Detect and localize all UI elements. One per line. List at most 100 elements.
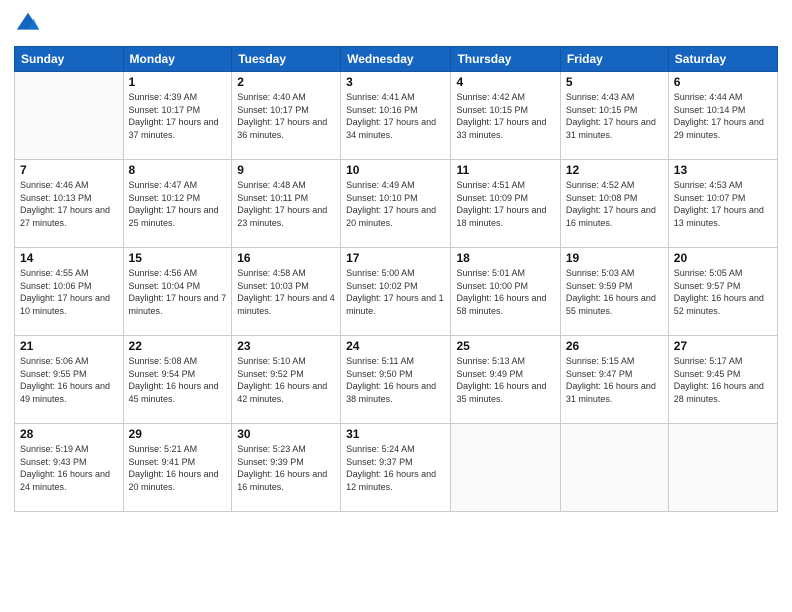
day-number: 13 [674,163,772,177]
calendar-cell: 8 Sunrise: 4:47 AM Sunset: 10:12 PM Dayli… [123,160,232,248]
calendar-header-sunday: Sunday [15,47,124,72]
day-info: Sunrise: 5:01 AM Sunset: 10:00 PM Daylig… [456,267,554,317]
calendar-cell: 2 Sunrise: 4:40 AM Sunset: 10:17 PM Dayli… [232,72,341,160]
day-info: Sunrise: 4:40 AM Sunset: 10:17 PM Daylig… [237,91,335,141]
day-info: Sunrise: 5:19 AM Sunset: 9:43 PM Dayligh… [20,443,118,493]
day-number: 2 [237,75,335,89]
day-info: Sunrise: 5:13 AM Sunset: 9:49 PM Dayligh… [456,355,554,405]
calendar-header-monday: Monday [123,47,232,72]
calendar-cell: 23Sunrise: 5:10 AM Sunset: 9:52 PM Dayli… [232,336,341,424]
calendar-cell: 18Sunrise: 5:01 AM Sunset: 10:00 PM Dayl… [451,248,560,336]
day-number: 8 [129,163,227,177]
calendar-header-thursday: Thursday [451,47,560,72]
day-info: Sunrise: 5:11 AM Sunset: 9:50 PM Dayligh… [346,355,445,405]
calendar-cell: 5Sunrise: 4:43 AM Sunset: 10:15 PM Dayli… [560,72,668,160]
day-info: Sunrise: 5:05 AM Sunset: 9:57 PM Dayligh… [674,267,772,317]
calendar-cell: 30Sunrise: 5:23 AM Sunset: 9:39 PM Dayli… [232,424,341,512]
calendar-cell [560,424,668,512]
day-info: Sunrise: 5:00 AM Sunset: 10:02 PM Daylig… [346,267,445,317]
day-number: 1 [129,75,227,89]
header [14,10,778,38]
calendar-cell: 19Sunrise: 5:03 AM Sunset: 9:59 PM Dayli… [560,248,668,336]
calendar-cell: 31 Sunrise: 5:24 AM Sunset: 9:37 PM Dayli… [341,424,451,512]
day-info: Sunrise: 4:47 AM Sunset: 10:12 PM Daylig… [129,179,227,229]
calendar-cell: 22Sunrise: 5:08 AM Sunset: 9:54 PM Dayli… [123,336,232,424]
calendar-cell: 15 Sunrise: 4:56 AM Sunset: 10:04 PM Dayl… [123,248,232,336]
day-number: 6 [674,75,772,89]
day-number: 15 [129,251,227,265]
calendar-cell [451,424,560,512]
calendar-cell: 17 Sunrise: 5:00 AM Sunset: 10:02 PM Dayl… [341,248,451,336]
calendar-cell: 26 Sunrise: 5:15 AM Sunset: 9:47 PM Dayli… [560,336,668,424]
calendar-cell: 11 Sunrise: 4:51 AM Sunset: 10:09 PM Dayl… [451,160,560,248]
day-info: Sunrise: 4:58 AM Sunset: 10:03 PM Daylig… [237,267,335,317]
calendar-cell: 20 Sunrise: 5:05 AM Sunset: 9:57 PM Dayli… [668,248,777,336]
day-number: 17 [346,251,445,265]
day-number: 29 [129,427,227,441]
calendar-cell: 28 Sunrise: 5:19 AM Sunset: 9:43 PM Dayli… [15,424,124,512]
day-info: Sunrise: 5:15 AM Sunset: 9:47 PM Dayligh… [566,355,663,405]
day-number: 26 [566,339,663,353]
day-number: 14 [20,251,118,265]
calendar-cell: 25 Sunrise: 5:13 AM Sunset: 9:49 PM Dayli… [451,336,560,424]
day-info: Sunrise: 4:48 AM Sunset: 10:11 PM Daylig… [237,179,335,229]
day-info: Sunrise: 4:52 AM Sunset: 10:08 PM Daylig… [566,179,663,229]
calendar-cell: 24 Sunrise: 5:11 AM Sunset: 9:50 PM Dayli… [341,336,451,424]
day-info: Sunrise: 5:24 AM Sunset: 9:37 PM Dayligh… [346,443,445,493]
day-number: 4 [456,75,554,89]
calendar-week-3: 21 Sunrise: 5:06 AM Sunset: 9:55 PM Dayli… [15,336,778,424]
calendar-cell [15,72,124,160]
day-info: Sunrise: 4:46 AM Sunset: 10:13 PM Daylig… [20,179,118,229]
day-number: 3 [346,75,445,89]
day-info: Sunrise: 4:41 AM Sunset: 10:16 PM Daylig… [346,91,445,141]
calendar-header-friday: Friday [560,47,668,72]
day-info: Sunrise: 5:06 AM Sunset: 9:55 PM Dayligh… [20,355,118,405]
calendar-cell: 4 Sunrise: 4:42 AM Sunset: 10:15 PM Dayli… [451,72,560,160]
day-number: 23 [237,339,335,353]
calendar: SundayMondayTuesdayWednesdayThursdayFrid… [14,46,778,512]
day-info: Sunrise: 4:44 AM Sunset: 10:14 PM Daylig… [674,91,772,141]
day-info: Sunrise: 4:56 AM Sunset: 10:04 PM Daylig… [129,267,227,317]
day-number: 31 [346,427,445,441]
calendar-cell: 9Sunrise: 4:48 AM Sunset: 10:11 PM Dayli… [232,160,341,248]
day-info: Sunrise: 4:49 AM Sunset: 10:10 PM Daylig… [346,179,445,229]
calendar-week-0: 1 Sunrise: 4:39 AM Sunset: 10:17 PM Dayli… [15,72,778,160]
day-number: 16 [237,251,335,265]
day-info: Sunrise: 5:21 AM Sunset: 9:41 PM Dayligh… [129,443,227,493]
page: SundayMondayTuesdayWednesdayThursdayFrid… [0,0,792,612]
calendar-header-wednesday: Wednesday [341,47,451,72]
day-number: 11 [456,163,554,177]
calendar-cell: 21 Sunrise: 5:06 AM Sunset: 9:55 PM Dayli… [15,336,124,424]
calendar-week-1: 7 Sunrise: 4:46 AM Sunset: 10:13 PM Dayli… [15,160,778,248]
day-number: 19 [566,251,663,265]
calendar-week-2: 14 Sunrise: 4:55 AM Sunset: 10:06 PM Dayl… [15,248,778,336]
day-number: 24 [346,339,445,353]
day-info: Sunrise: 4:43 AM Sunset: 10:15 PM Daylig… [566,91,663,141]
calendar-cell: 29 Sunrise: 5:21 AM Sunset: 9:41 PM Dayli… [123,424,232,512]
calendar-header-row: SundayMondayTuesdayWednesdayThursdayFrid… [15,47,778,72]
day-number: 27 [674,339,772,353]
day-info: Sunrise: 4:39 AM Sunset: 10:17 PM Daylig… [129,91,227,141]
calendar-cell: 12Sunrise: 4:52 AM Sunset: 10:08 PM Dayl… [560,160,668,248]
day-number: 28 [20,427,118,441]
calendar-week-4: 28 Sunrise: 5:19 AM Sunset: 9:43 PM Dayli… [15,424,778,512]
calendar-cell: 27 Sunrise: 5:17 AM Sunset: 9:45 PM Dayli… [668,336,777,424]
calendar-cell [668,424,777,512]
day-number: 25 [456,339,554,353]
calendar-cell: 10 Sunrise: 4:49 AM Sunset: 10:10 PM Dayl… [341,160,451,248]
calendar-cell: 13 Sunrise: 4:53 AM Sunset: 10:07 PM Dayl… [668,160,777,248]
calendar-cell: 14 Sunrise: 4:55 AM Sunset: 10:06 PM Dayl… [15,248,124,336]
calendar-body: 1 Sunrise: 4:39 AM Sunset: 10:17 PM Dayli… [15,72,778,512]
logo-icon [14,10,42,38]
day-number: 21 [20,339,118,353]
day-number: 20 [674,251,772,265]
day-info: Sunrise: 4:55 AM Sunset: 10:06 PM Daylig… [20,267,118,317]
day-info: Sunrise: 5:17 AM Sunset: 9:45 PM Dayligh… [674,355,772,405]
calendar-cell: 1 Sunrise: 4:39 AM Sunset: 10:17 PM Dayli… [123,72,232,160]
day-number: 10 [346,163,445,177]
day-info: Sunrise: 4:51 AM Sunset: 10:09 PM Daylig… [456,179,554,229]
calendar-cell: 6 Sunrise: 4:44 AM Sunset: 10:14 PM Dayli… [668,72,777,160]
day-number: 7 [20,163,118,177]
day-info: Sunrise: 4:42 AM Sunset: 10:15 PM Daylig… [456,91,554,141]
day-info: Sunrise: 4:53 AM Sunset: 10:07 PM Daylig… [674,179,772,229]
